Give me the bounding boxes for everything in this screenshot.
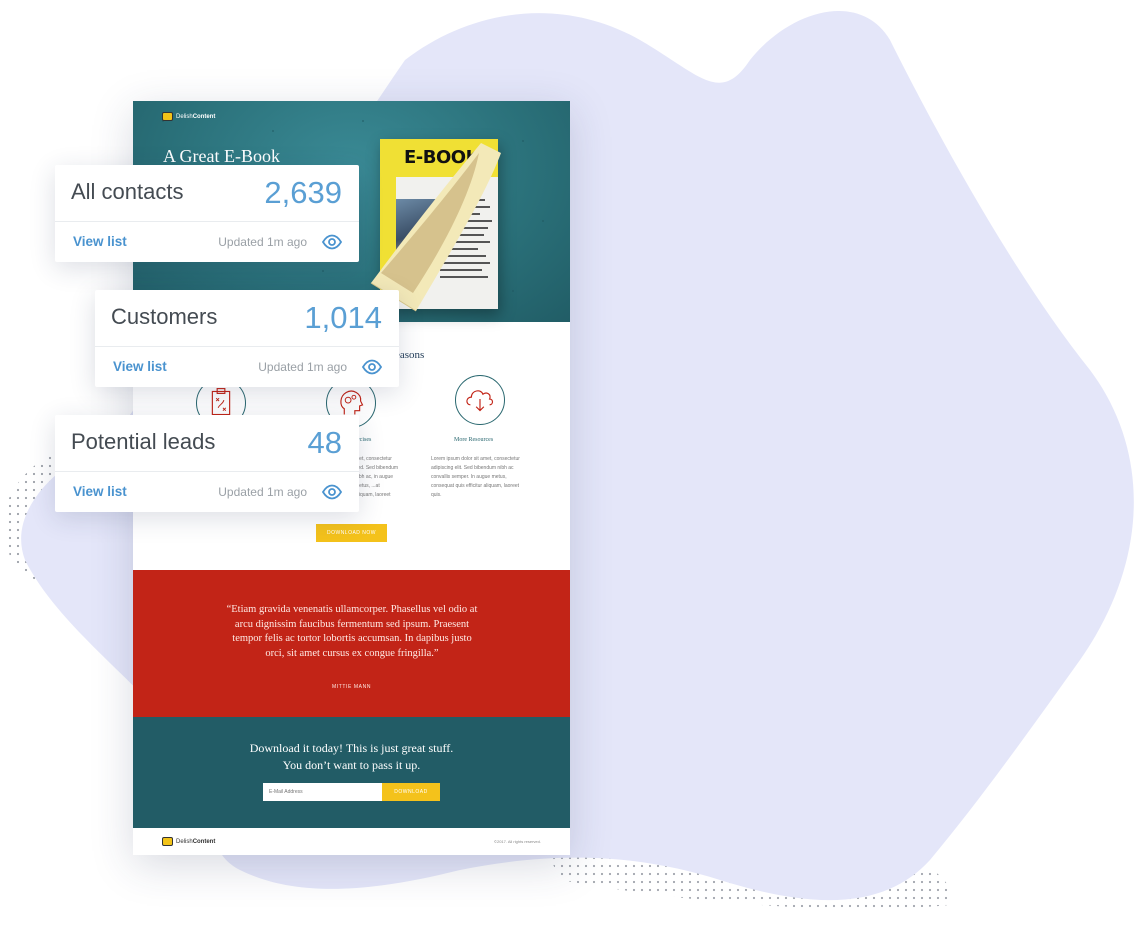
footer-brand: DelishContent xyxy=(162,837,215,846)
cta-line-1: Download it today! This is just great st… xyxy=(249,741,454,755)
hero-title: A Great E-Book xyxy=(163,146,280,166)
copyright-text: ©2017. All rights reserved. xyxy=(494,839,541,844)
section-title: easons xyxy=(395,349,425,361)
view-list-link[interactable]: View list xyxy=(73,234,127,249)
eye-icon[interactable] xyxy=(322,482,342,502)
card-title: Customers xyxy=(111,304,218,329)
contact-card-all-contacts: All contacts 2,639 View list Updated 1m … xyxy=(55,165,359,262)
view-list-link[interactable]: View list xyxy=(73,484,127,499)
contact-card-potential-leads: Potential leads 48 View list Updated 1m … xyxy=(55,415,359,512)
card-count: 48 xyxy=(307,425,342,460)
cloud-download-icon xyxy=(455,375,505,425)
page-curl xyxy=(370,143,501,312)
brand-logo-icon xyxy=(162,112,173,121)
eye-icon[interactable] xyxy=(362,357,382,377)
updated-timestamp: Updated 1m ago xyxy=(258,360,347,374)
card-title: Potential leads xyxy=(71,429,216,454)
updated-timestamp: Updated 1m ago xyxy=(218,235,307,249)
feature-desc-resources: Lorem ipsum dolor sit amet, consectetur … xyxy=(431,456,520,498)
email-field[interactable] xyxy=(263,783,382,801)
card-divider xyxy=(55,471,359,472)
feature-label-resources: More Resources xyxy=(454,437,494,443)
card-divider xyxy=(95,346,399,347)
download-now-button[interactable]: DOWNLOAD NOW xyxy=(316,524,387,542)
card-count: 1,014 xyxy=(304,300,382,335)
brand-logo-icon xyxy=(162,837,173,846)
download-button[interactable]: DOWNLOAD xyxy=(382,783,440,801)
cta-section: Download it today! This is just great st… xyxy=(133,717,570,828)
hero-brand: DelishContent xyxy=(162,112,215,121)
card-divider xyxy=(55,221,359,222)
testimonial-author: MITTIE MANN xyxy=(331,684,372,690)
testimonial-quote: “Etiam gravida venenatis ullamcorper. Ph… xyxy=(226,604,478,659)
card-count: 2,639 xyxy=(264,175,342,210)
cta-line-2: You don’t want to pass it up. xyxy=(282,758,421,772)
testimonial-section: “Etiam gravida venenatis ullamcorper. Ph… xyxy=(133,570,570,717)
card-title: All contacts xyxy=(71,179,184,204)
feature-desc-exercises: ...et, consectetur sed. Sed bibendum nib… xyxy=(355,456,399,498)
updated-timestamp: Updated 1m ago xyxy=(218,485,307,499)
page-footer: DelishContent ©2017. All rights reserved… xyxy=(133,828,570,855)
eye-icon[interactable] xyxy=(322,232,342,252)
view-list-link[interactable]: View list xyxy=(113,359,167,374)
contact-card-customers: Customers 1,014 View list Updated 1m ago xyxy=(95,290,399,387)
